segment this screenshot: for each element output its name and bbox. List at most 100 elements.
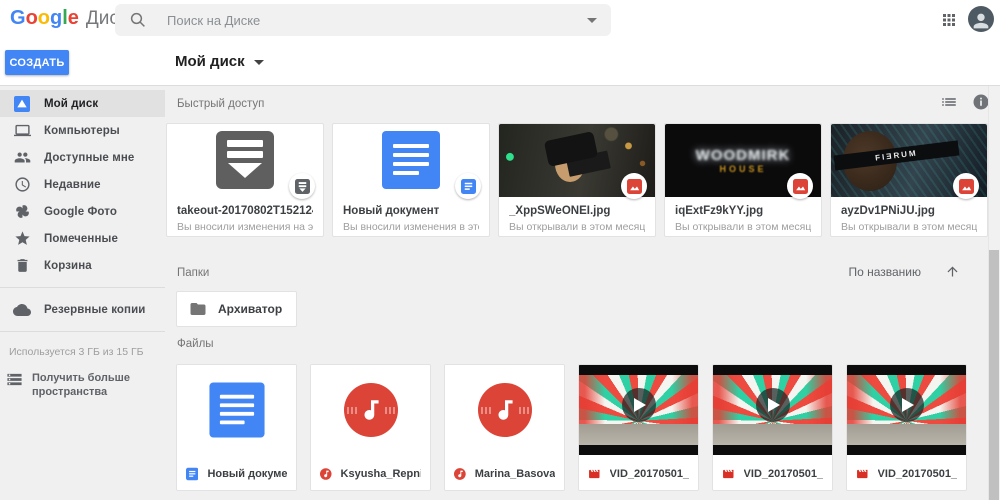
account-avatar[interactable] [968,6,994,32]
file-name: Новый документ [343,205,479,217]
document-badge-icon [186,467,198,481]
search-bar[interactable] [115,4,611,36]
sidebar-divider [0,287,165,288]
file-name: ayzDv1PNiJU.jpg [841,205,977,217]
photo-headset-shape [544,131,598,167]
sidebar-item-backups[interactable]: Резервные копии [0,296,165,323]
upgrade-line2: пространства [32,385,130,399]
folder-card[interactable]: Архиватор [176,291,297,327]
folder-menu-caret-icon [254,60,264,65]
list-view-toggle-button[interactable] [938,91,960,113]
file-type-badge [787,173,813,199]
list-view-icon [940,93,958,111]
file-card-video[interactable]: VID_20170501_... [712,364,833,491]
file-activity: Вы открывали в этом месяце [675,221,811,233]
sidebar-item-label: Корзина [44,260,92,272]
thumbnail-text: FIƎRUM [875,149,918,163]
sidebar-item-recent[interactable]: Недавние [0,171,165,198]
create-button[interactable]: СОЗДАТЬ [5,50,69,75]
sidebar-item-label: Помеченные [44,233,118,245]
quick-access-row: takeout-20170802T152124Z-00... Вы вносил… [166,123,988,237]
document-icon [209,382,264,437]
thumbnail-text: WOODMIRK [696,147,791,164]
audio-icon [344,383,398,437]
logo-letter: o [26,7,38,30]
sidebar-item-trash[interactable]: Корзина [0,252,165,279]
search-icon [129,11,147,29]
google-drive-logo[interactable]: Google Диск [10,7,127,30]
file-name: VID_20170501_... [744,468,823,480]
upgrade-storage-link[interactable]: Получить больше пространства [0,358,165,400]
current-folder-menu[interactable]: Мой диск [175,53,264,70]
video-preview [847,365,966,455]
quick-access-card-photo[interactable]: FIƎRUM ayzDv1PNiJU.jpg Вы открывали в эт… [830,123,988,237]
sort-by-label[interactable]: По названию [848,265,921,279]
sidebar-item-label: Недавние [44,179,101,191]
file-name: VID_20170501_... [610,468,689,480]
sort-ascending-arrow-icon[interactable] [945,264,960,279]
quick-access-card-photo[interactable]: _XppSWeONEI.jpg Вы открывали в этом меся… [498,123,656,237]
drive-icon [13,95,31,113]
sidebar-item-starred[interactable]: Помеченные [0,225,165,252]
play-icon [634,398,646,412]
files-row: Новый докуме... Ksyusha_Repnik... [176,364,967,491]
sidebar-item-google-photos[interactable]: Google Фото [0,198,165,225]
top-bar: Google Диск [0,0,1000,40]
file-card-video[interactable]: VID_20170501_... [846,364,967,491]
folders-section-label: Папки [177,267,209,279]
apps-grid-icon [940,11,958,29]
scrollbar-thumb[interactable] [989,250,999,500]
sidebar-item-label: Компьютеры [44,125,120,137]
star-icon [13,230,31,248]
apps-grid-button[interactable] [938,9,960,31]
file-activity: Вы открывали в этом месяце [509,221,645,233]
main-content: Быстрый доступ takeout-20170802T152124Z-… [165,86,1000,500]
sidebar-item-my-drive[interactable]: Мой диск [0,90,165,117]
action-bar: СОЗДАТЬ Мой диск [0,40,1000,86]
quick-access-card-takeout[interactable]: takeout-20170802T152124Z-00... Вы вносил… [166,123,324,237]
file-name: Marina_Basova_... [475,468,555,480]
sidebar-item-label: Google Фото [44,206,117,218]
logo-letter: G [10,7,26,30]
audio-icon [478,383,532,437]
audio-badge-icon [320,467,332,481]
sidebar-item-label: Мой диск [44,98,98,110]
file-card-document[interactable]: Новый докуме... [176,364,297,491]
sidebar-item-shared-with-me[interactable]: Доступные мне [0,144,165,171]
file-name: _XppSWeONEI.jpg [509,205,645,217]
file-name: Новый докуме... [207,468,287,480]
file-name: VID_20170501_... [878,468,957,480]
file-preview [445,365,564,455]
scrollbar-track[interactable] [988,86,1000,500]
image-badge-icon [627,179,642,194]
play-button[interactable] [756,388,790,422]
file-type-badge [621,173,647,199]
file-card-audio[interactable]: Ksyusha_Repnik... [310,364,431,491]
video-badge-icon [588,467,601,481]
file-name: iqExtFz9kYY.jpg [675,205,811,217]
file-type-badge [289,173,315,199]
sidebar-item-label: Резервные копии [44,304,145,316]
sidebar-item-computers[interactable]: Компьютеры [0,117,165,144]
quick-access-card-photo[interactable]: WOODMIRK HOUSE iqExtFz9kYY.jpg Вы открыв… [664,123,822,237]
image-badge-icon [793,179,808,194]
quick-access-card-document[interactable]: Новый документ Вы вносили изменения в эт… [332,123,490,237]
play-button[interactable] [622,388,656,422]
file-card-video[interactable]: VID_20170501_... [578,364,699,491]
thumbnail-text: HOUSE [719,164,766,174]
file-card-audio[interactable]: Marina_Basova_... [444,364,565,491]
play-button[interactable] [890,388,924,422]
sidebar-divider [0,331,165,332]
search-options-caret-icon[interactable] [587,18,597,23]
file-name: Ksyusha_Repnik... [341,468,421,480]
play-icon [902,398,914,412]
logo-letter: g [50,7,62,30]
current-folder-title: Мой диск [175,53,245,70]
storage-usage-text: Используется 3 ГБ из 15 ГБ [0,340,165,358]
logo-letter: e [68,7,79,30]
search-input[interactable] [167,13,587,28]
sort-control[interactable]: По названию [848,264,960,279]
sidebar: Мой диск Компьютеры Доступные мне Недавн… [0,86,165,500]
folder-icon [189,300,207,318]
document-icon [382,131,440,189]
